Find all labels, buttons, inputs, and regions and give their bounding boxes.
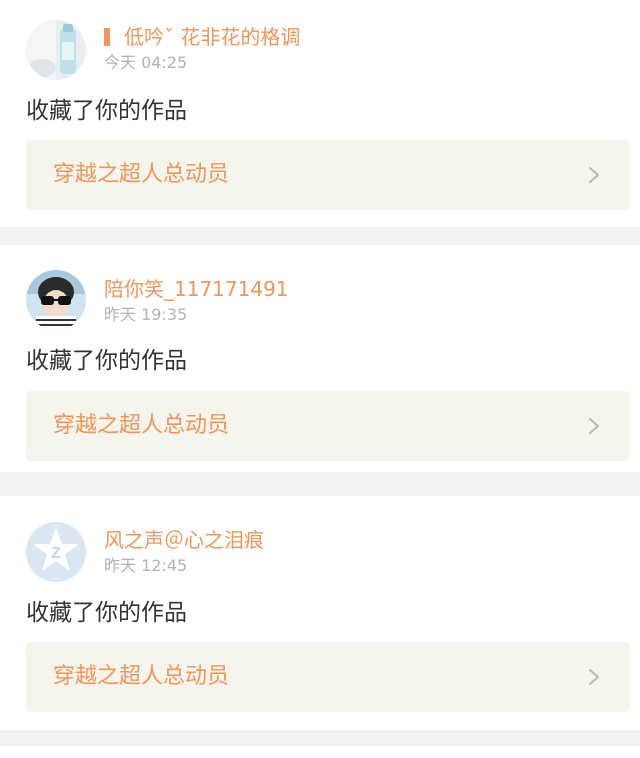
work-link[interactable]: 穿越之超人总动员 — [26, 140, 629, 210]
work-title: 穿越之超人总动员 — [53, 413, 230, 438]
work-title: 穿越之超人总动员 — [53, 162, 230, 187]
username[interactable]: 低吟ˇ 花非花的格调 — [104, 23, 300, 51]
username[interactable]: 陪你笑_117171491 — [104, 275, 289, 303]
sunglasses-person-avatar-icon — [26, 270, 86, 330]
timestamp: 昨天 12:45 — [104, 556, 188, 575]
timestamp: 昨天 19:35 — [104, 305, 188, 324]
avatar[interactable] — [26, 270, 86, 330]
action-text: 收藏了你的作品 — [26, 348, 187, 374]
username[interactable]: 风之声＠心之泪痕 — [104, 526, 264, 554]
chevron-right-icon — [589, 167, 599, 183]
timestamp: 今天 04:25 — [104, 53, 188, 72]
svg-text:Z: Z — [51, 545, 61, 562]
notification-card: 低吟ˇ 花非花的格调 今天 04:25 收藏了你的作品 穿越之超人总动员 — [0, 0, 640, 227]
action-text: 收藏了你的作品 — [26, 600, 187, 626]
work-link[interactable]: 穿越之超人总动员 — [26, 391, 629, 461]
marker-bar-icon — [104, 28, 110, 46]
action-text: 收藏了你的作品 — [26, 98, 187, 124]
notification-card: 陪你笑_117171491 昨天 19:35 收藏了你的作品 穿越之超人总动员 — [0, 245, 640, 472]
chevron-right-icon — [589, 418, 599, 434]
avatar[interactable]: Z — [26, 522, 86, 582]
chevron-right-icon — [589, 669, 599, 685]
default-star-avatar-icon: Z — [26, 522, 86, 582]
work-link[interactable]: 穿越之超人总动员 — [26, 642, 629, 712]
notification-card — [0, 746, 640, 758]
water-bottle-photo-avatar-icon — [26, 20, 86, 80]
work-title: 穿越之超人总动员 — [53, 664, 230, 689]
notification-card: Z 风之声＠心之泪痕 昨天 12:45 收藏了你的作品 穿越之超人总动员 — [0, 496, 640, 730]
avatar[interactable] — [26, 20, 86, 80]
